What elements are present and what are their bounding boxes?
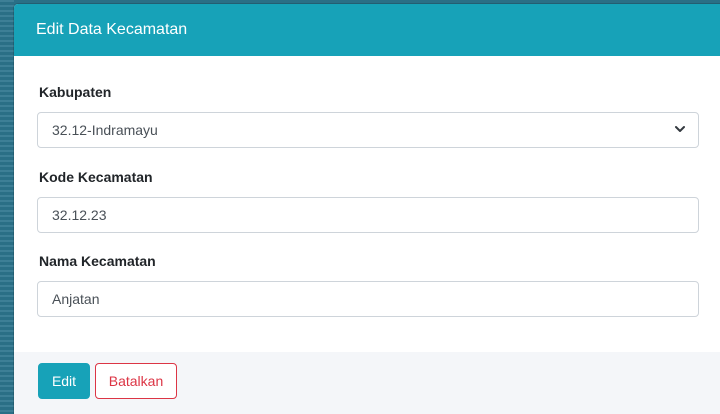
modal-footer: Edit Batalkan [14,352,720,414]
chevron-down-icon [675,126,685,132]
kode-kecamatan-value: 32.12.23 [52,207,107,223]
page-backdrop [0,0,14,414]
modal-header: Edit Data Kecamatan [14,4,720,56]
cancel-button[interactable]: Batalkan [95,363,177,399]
kode-kecamatan-label: Kode Kecamatan [39,169,153,185]
nama-kecamatan-value: Anjatan [52,291,100,307]
kabupaten-label: Kabupaten [39,84,112,100]
kabupaten-select[interactable]: 32.12-Indramayu [37,112,699,148]
nama-kecamatan-input[interactable]: Anjatan [37,281,699,317]
modal-body: Kabupaten 32.12-Indramayu Kode Kecamatan… [14,56,720,353]
nama-kecamatan-label: Nama Kecamatan [39,253,156,269]
kabupaten-selected-value: 32.12-Indramayu [52,122,158,138]
modal-title: Edit Data Kecamatan [36,21,188,38]
edit-button[interactable]: Edit [38,363,90,399]
kode-kecamatan-input[interactable]: 32.12.23 [37,197,699,233]
edit-kecamatan-modal: Edit Data Kecamatan Kabupaten 32.12-Indr… [14,4,720,414]
